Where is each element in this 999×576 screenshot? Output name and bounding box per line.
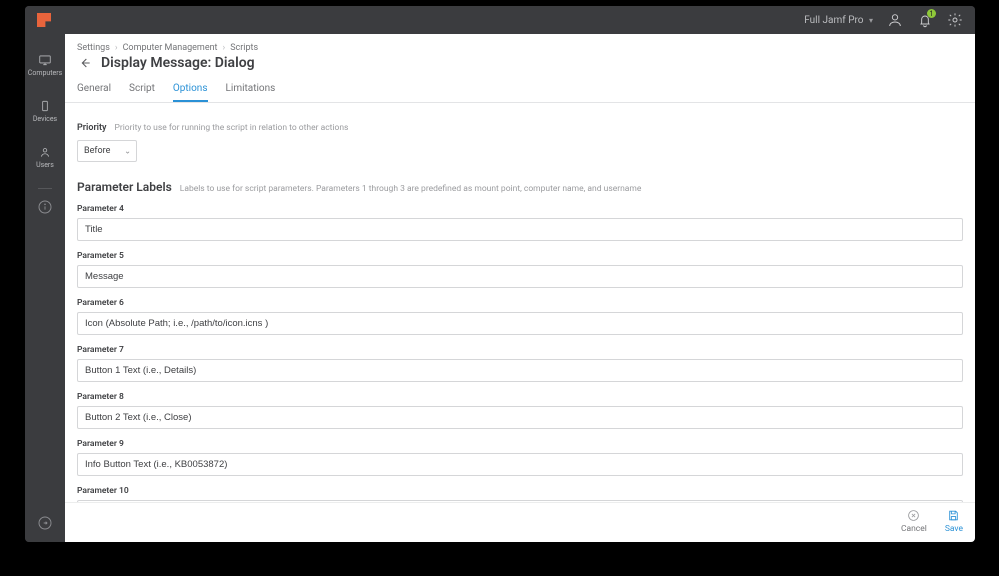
- chevron-down-icon: ▾: [869, 16, 873, 25]
- param7-label: Parameter 7: [77, 345, 963, 355]
- chevron-right-icon: ›: [115, 43, 118, 53]
- jamf-logo[interactable]: [37, 13, 51, 27]
- parameter-labels-help: Labels to use for script parameters. Par…: [180, 184, 642, 194]
- user-icon[interactable]: [887, 12, 903, 28]
- param9-label: Parameter 9: [77, 439, 963, 449]
- priority-help: Priority to use for running the script i…: [114, 123, 348, 133]
- parameter-labels-heading: Parameter Labels: [77, 180, 172, 194]
- save-label: Save: [945, 524, 963, 534]
- chevron-right-icon: ›: [223, 43, 226, 53]
- param8-input[interactable]: [77, 406, 963, 429]
- notification-badge: 1: [927, 9, 936, 18]
- tab-script[interactable]: Script: [129, 79, 155, 102]
- priority-value: Before: [77, 140, 137, 162]
- param4-label: Parameter 4: [77, 204, 963, 214]
- param5-input[interactable]: [77, 265, 963, 288]
- sidebar-item-users[interactable]: Users: [25, 136, 65, 178]
- back-arrow-icon[interactable]: [77, 55, 93, 71]
- sidebar-item-computers[interactable]: Computers: [25, 44, 65, 86]
- priority-label: Priority: [77, 123, 107, 133]
- sidebar-item-label: Computers: [28, 69, 62, 77]
- page-title: Display Message: Dialog: [101, 55, 255, 71]
- cancel-label: Cancel: [901, 524, 927, 534]
- gear-icon[interactable]: [947, 12, 963, 28]
- param8-label: Parameter 8: [77, 392, 963, 402]
- bell-icon[interactable]: 1: [917, 12, 933, 28]
- cancel-button[interactable]: Cancel: [901, 509, 927, 534]
- breadcrumb-computer-management[interactable]: Computer Management: [123, 43, 218, 53]
- sidebar-divider: [38, 188, 52, 189]
- param10-label: Parameter 10: [77, 486, 963, 496]
- param9-input[interactable]: [77, 453, 963, 476]
- tab-general[interactable]: General: [77, 79, 111, 102]
- sidebar-item-label: Devices: [33, 115, 57, 123]
- sidebar-collapse-icon[interactable]: [36, 514, 54, 532]
- breadcrumb-scripts[interactable]: Scripts: [230, 43, 258, 53]
- param4-input[interactable]: [77, 218, 963, 241]
- tab-options[interactable]: Options: [173, 79, 208, 102]
- tab-limitations[interactable]: Limitations: [226, 79, 276, 102]
- breadcrumb-settings[interactable]: Settings: [77, 43, 110, 53]
- param5-label: Parameter 5: [77, 251, 963, 261]
- save-button[interactable]: Save: [945, 509, 963, 534]
- breadcrumb: Settings › Computer Management › Scripts: [65, 34, 975, 53]
- product-switcher[interactable]: Full Jamf Pro ▾: [804, 15, 873, 26]
- sidebar-item-label: Users: [36, 161, 54, 169]
- sidebar-item-devices[interactable]: Devices: [25, 90, 65, 132]
- product-label: Full Jamf Pro: [804, 15, 863, 26]
- param6-label: Parameter 6: [77, 298, 963, 308]
- info-icon[interactable]: [37, 199, 53, 215]
- param6-input[interactable]: [77, 312, 963, 335]
- priority-select[interactable]: Before ⌄: [77, 140, 137, 162]
- param7-input[interactable]: [77, 359, 963, 382]
